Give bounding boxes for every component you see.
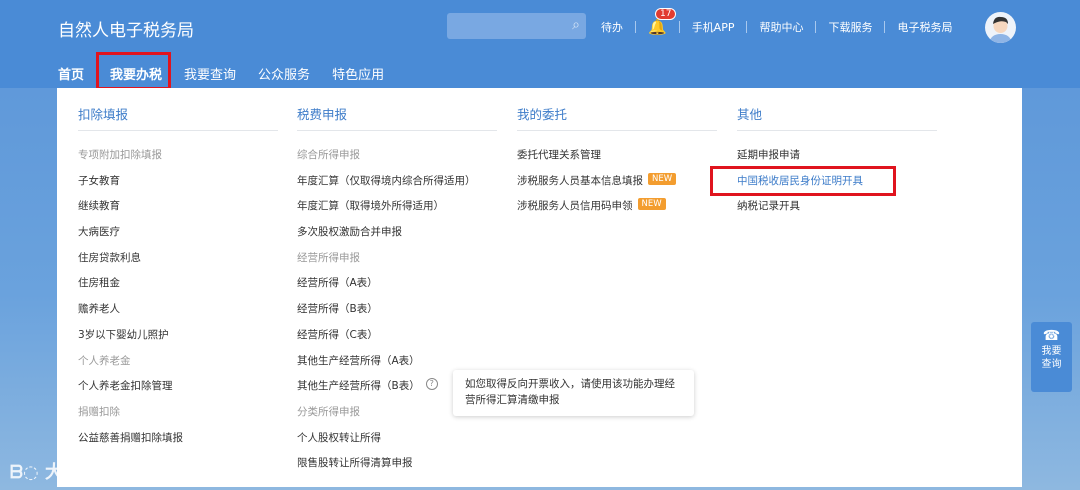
menu-item[interactable]: 年度汇算（取得境外所得适用） — [297, 198, 497, 224]
help-center-link[interactable]: 帮助中心 — [759, 19, 803, 35]
menu-item[interactable]: 经营所得（C表） — [297, 327, 497, 353]
new-badge: NEW — [637, 198, 666, 211]
new-badge: NEW — [648, 172, 677, 185]
column-title: 我的委托 — [517, 104, 717, 131]
menu-item[interactable]: 3岁以下婴幼儿照护 — [78, 327, 278, 353]
menu-column: 税费申报综合所得申报年度汇算（仅取得境内综合所得适用） 年度汇算（取得境外所得适用… — [297, 104, 497, 481]
menu-group-label: 经营所得申报 — [297, 250, 497, 276]
menu-item-label: 住房贷款利息 — [78, 251, 141, 264]
column-title: 税费申报 — [297, 104, 497, 131]
menu-item[interactable]: 涉税服务人员信用码申领 NEW — [517, 198, 717, 224]
menu-item[interactable]: 多次股权激励合并申报 — [297, 224, 497, 250]
menu-group-label: 个人养老金 — [78, 353, 278, 379]
menu-item-label: 年度汇算（取得境外所得适用） — [297, 200, 444, 213]
menu-item-label: 涉税服务人员基本信息填报 — [517, 174, 643, 187]
notification-badge: 17 — [655, 8, 677, 20]
todo-link[interactable]: 待办 — [601, 19, 623, 35]
menu-group-label: 捐赠扣除 — [78, 404, 278, 430]
menu-item-label: 限售股转让所得清算申报 — [297, 457, 413, 470]
menu-column: 我的委托委托代理关系管理涉税服务人员基本信息填报 NEW 涉税服务人员信用码申领 NE… — [517, 104, 717, 224]
menu-item[interactable]: 继续教育 — [78, 198, 278, 224]
menu-item[interactable]: 住房租金 — [78, 275, 278, 301]
menu-item-label: 个人股权转让所得 — [297, 431, 381, 444]
nav-query[interactable]: 我要查询 — [184, 64, 236, 83]
menu-item[interactable]: 委托代理关系管理 — [517, 147, 717, 173]
menu-item-label: 个人养老金 — [78, 354, 131, 367]
menu-item[interactable]: 经营所得（B表） — [297, 301, 497, 327]
menu-group-label: 专项附加扣除填报 — [78, 147, 278, 173]
menu-item-label: 赡养老人 — [78, 303, 120, 316]
menu-item-label: 子女教育 — [78, 174, 120, 187]
site-title: 自然人电子税务局 — [58, 21, 194, 41]
menu-item-label: 年度汇算（仅取得境内综合所得适用） — [297, 174, 476, 187]
menu-item-label: 纳税记录开具 — [737, 200, 800, 213]
menu-item-label: 经营所得（A表） — [297, 277, 378, 290]
menu-item[interactable]: 个人股权转让所得 — [297, 430, 497, 456]
menu-item-label: 个人养老金扣除管理 — [78, 380, 173, 393]
highlight-box — [96, 52, 171, 90]
menu-group-label: 综合所得申报 — [297, 147, 497, 173]
watermark-logo: ᗷ◌ 大数跨境 — [10, 462, 117, 483]
query-float-button[interactable]: ☎ 我要查询 — [1031, 322, 1072, 392]
menu-item-label: 经营所得（B表） — [297, 303, 378, 316]
menu-item[interactable]: 个人养老金扣除管理 — [78, 378, 278, 404]
nav-public-service[interactable]: 公众服务 — [258, 64, 310, 83]
menu-item-label: 经营所得申报 — [297, 251, 360, 264]
menu-column: 扣除填报专项附加扣除填报 子女教育继续教育大病医疗住房贷款利息 住房租金赡养老人 3岁… — [78, 104, 278, 455]
e-tax-link[interactable]: 电子税务局 — [897, 19, 952, 35]
menu-item-label: 经营所得（C表） — [297, 328, 378, 341]
menu-column: 其他 延期申报申请 中国税收居民身份证明开具 纳税记录开具 — [737, 104, 937, 224]
menu-item[interactable]: 纳税记录开具 — [737, 198, 937, 224]
dropdown-menu-panel: 扣除填报专项附加扣除填报 子女教育继续教育大病医疗住房贷款利息 住房租金赡养老人 3岁… — [57, 88, 1022, 487]
menu-item-label: 委托代理关系管理 — [517, 149, 601, 161]
menu-item-label: 延期申报申请 — [737, 149, 800, 161]
menu-item-label: 其他生产经营所得（A表） — [297, 354, 420, 367]
menu-item[interactable]: 经营所得（A表） — [297, 275, 497, 301]
menu-item-label: 专项附加扣除填报 — [78, 149, 162, 161]
menu-item-label: 大病医疗 — [78, 226, 120, 239]
menu-item-label: 其他生产经营所得（B表） — [297, 380, 420, 393]
menu-item[interactable]: 住房贷款利息 — [78, 250, 278, 276]
menu-item[interactable]: 公益慈善捐赠扣除填报 — [78, 430, 278, 456]
menu-item[interactable]: 限售股转让所得清算申报 — [297, 455, 497, 481]
column-title: 其他 — [737, 104, 937, 131]
menu-item-label: 继续教育 — [78, 200, 120, 213]
menu-item-label: 住房租金 — [78, 277, 120, 290]
avatar[interactable] — [985, 12, 1016, 43]
menu-item-label: 3岁以下婴幼儿照护 — [78, 328, 169, 341]
search-input[interactable]: ⌕ — [447, 13, 586, 39]
bell-icon[interactable]: 🔔 17 — [648, 8, 677, 36]
menu-item[interactable]: 大病医疗 — [78, 224, 278, 250]
mobile-app-link[interactable]: 手机APP — [692, 19, 735, 35]
menu-item-label: 公益慈善捐赠扣除填报 — [78, 431, 183, 444]
headset-icon: ☎ — [1042, 328, 1061, 344]
nav-home[interactable]: 首页 — [58, 64, 84, 83]
highlight-box — [710, 166, 896, 196]
menu-item-label: 多次股权激励合并申报 — [297, 226, 402, 239]
nav-featured-apps[interactable]: 特色应用 — [332, 64, 384, 83]
search-icon[interactable]: ⌕ — [572, 17, 580, 33]
top-links: 待办 🔔 17 手机APP 帮助中心 下载服务 电子税务局 — [601, 8, 952, 36]
menu-item[interactable]: 子女教育 — [78, 173, 278, 199]
menu-item-label: 分类所得申报 — [297, 405, 360, 418]
menu-item[interactable]: 年度汇算（仅取得境内综合所得适用） — [297, 173, 497, 199]
query-float-label: 我要查询 — [1041, 346, 1062, 370]
column-title: 扣除填报 — [78, 104, 278, 131]
menu-item-label: 涉税服务人员信用码申领 — [517, 200, 633, 213]
download-link[interactable]: 下载服务 — [828, 19, 872, 35]
menu-item[interactable]: 涉税服务人员基本信息填报 NEW — [517, 172, 717, 199]
menu-item-label: 综合所得申报 — [297, 149, 360, 161]
tooltip: 如您取得反向开票收入，请使用该功能办理经营所得汇算清缴申报 — [453, 370, 694, 416]
menu-item-label: 捐赠扣除 — [78, 405, 120, 418]
menu-item[interactable]: 赡养老人 — [78, 301, 278, 327]
help-icon[interactable]: ? — [425, 378, 438, 391]
